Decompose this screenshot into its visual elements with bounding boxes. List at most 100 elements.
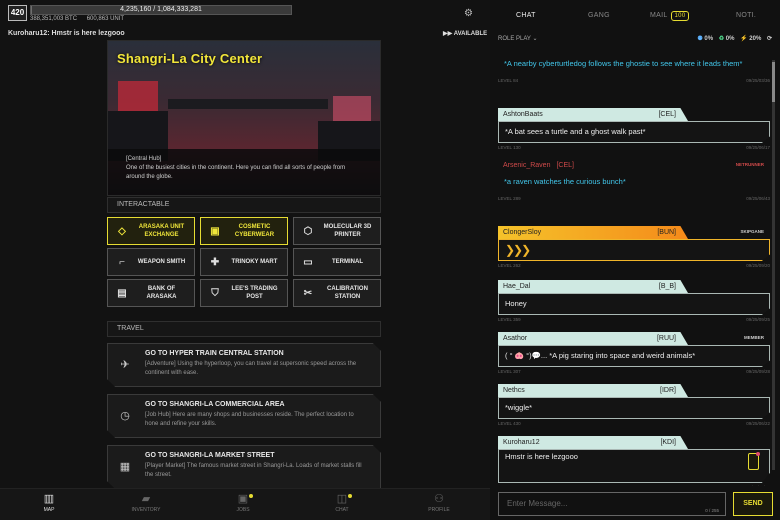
plus-icon: ✚ [210,256,220,268]
message-level: LEVEL 289 [498,196,521,201]
location-description: One of the busiest cities in the contine… [126,165,346,180]
nav-label: INVENTORY [131,507,161,513]
chevron-down-icon: ⌄ [532,36,538,42]
message-author-plate[interactable]: Nethcs [IDR] [498,384,688,397]
message-text: *wiggle* [505,403,533,412]
message-author-plate[interactable]: Asathor [RUU] [498,332,688,345]
interact-button[interactable]: ✂ CALIBRATION STATION [293,279,381,307]
nav-inventory[interactable]: ▰ INVENTORY [116,493,176,513]
message-meta: LEVEL 430 09/25/06/22 [498,421,770,426]
chat-feed[interactable]: *A nearby cyberturtledog follows the gho… [498,48,770,486]
message-timestamp: 09/25/09/28 [746,369,770,374]
chat-mode-label: ROLE PLAY [498,36,531,42]
chat-scrollbar-thumb[interactable] [772,62,775,102]
message-bubble: *A bat sees a turtle and a ghost walk pa… [498,121,770,143]
interact-button-label: CALIBRATION STATION [327,286,368,300]
message-text: Honey [505,299,527,308]
tab-chat[interactable]: CHAT [516,12,536,19]
message-text: *A bat sees a turtle and a ghost walk pa… [505,127,646,136]
nav-chat[interactable]: ◫ CHAT [312,493,372,513]
send-button[interactable]: SEND [733,492,773,516]
nav-label: CHAT [335,507,349,513]
phone-icon[interactable] [748,452,760,470]
travel-option[interactable]: ◷ GO TO SHANGRI-LA COMMERCIAL AREA [Job Hu… [107,394,381,438]
tools-icon: ✂ [303,287,313,299]
message-bubble: ❯❯❯ [498,239,770,261]
message-meta: LEVEL 307 09/25/09/28 [498,369,770,374]
interact-button[interactable]: ▤ BANK OF ARASAKA [107,279,195,307]
travel-option[interactable]: ▦ GO TO SHANGRI-LA MARKET STREET [Player M… [107,445,381,489]
message-gang-tag: [CEL] [556,162,574,169]
travel-heading: TRAVEL [107,321,381,337]
chat-mode-select[interactable]: ROLE PLAY ⌄ [498,35,538,42]
tab-notifications[interactable]: NOTI. [736,12,756,19]
nav-profile[interactable]: ⚇ PROFILE [409,493,469,513]
train-icon: ✈ [120,359,130,371]
interact-button[interactable]: ⛉ LEE'S TRADING POST [200,279,288,307]
message-author-plate[interactable]: Kuroharu12 [KDI] [498,436,688,449]
message-author: AshtonBaats [503,111,543,118]
message-timestamp: 09/25/06/22 [746,421,770,426]
message-author-plate[interactable]: ClongerSloy [BUN] [498,226,688,239]
travel-description: [Job Hub] Here are many shops and busine… [145,412,354,427]
interact-button[interactable]: ◇ ARASAKA UNIT EXCHANGE [107,217,195,245]
clock-icon: ◷ [120,410,130,422]
interact-button-label: COSMETIC CYBERWEAR [234,224,275,238]
interact-button[interactable]: ✚ TRINOKY MART [200,248,288,276]
message-meta: LEVEL 99 09/25/09/31 [498,485,770,486]
message-author-plate[interactable]: Arsenic_Raven [CEL] [498,159,688,172]
chat-scrollbar[interactable] [772,60,775,470]
message-gang-tag: [KDI] [660,439,676,446]
refresh-icon[interactable]: ⟳ [767,36,772,42]
availability-toggle[interactable]: ▶▶ AVAILABLE [443,30,487,37]
message-meta: LEVEL 130 09/25/06/17 [498,145,770,150]
tab-gang[interactable]: GANG [588,12,610,19]
message-bubble: *a raven watches the curious bunch* [498,172,770,194]
message-bubble: Hmstr is here lezgooo [498,449,770,483]
message-timestamp: 09/25/03/36 [746,78,770,83]
interact-button-label: BANK OF ARASAKA [146,286,177,300]
gear-icon[interactable]: ⚙ [464,9,474,19]
interact-button-label: ARASAKA UNIT EXCHANGE [138,224,185,238]
chat-icon: ◫ [336,493,348,505]
char-count: 0 / 255 [705,508,719,513]
stat-3: 20% [749,36,762,42]
interact-button[interactable]: ▣ COSMETIC CYBERWEAR [200,217,288,245]
message-timestamp: 09/25/09/31 [746,485,770,486]
nav-label: JOBS [236,507,250,513]
vault-icon: ▤ [117,287,127,299]
nav-map[interactable]: ▥ MAP [19,493,79,513]
message-role-badge: NETRUNNER [735,162,764,167]
cube-icon: ⬡ [303,225,313,237]
message-meta: LEVEL 359 09/25/09/25 [498,317,770,322]
message-bubble: *A nearby cyberturtledog follows the gho… [498,54,770,76]
nav-jobs[interactable]: ▣ JOBS [213,493,273,513]
chat-tabs: CHAT GANG MAIL 100 NOTI. [490,0,780,32]
message-level: LEVEL 359 [498,317,521,322]
interact-button[interactable]: ⬡ MOLECULAR 3D PRINTER [293,217,381,245]
travel-option[interactable]: ✈ GO TO HYPER TRAIN CENTRAL STATION [Adven… [107,343,381,387]
message-level: LEVEL 84 [498,78,519,83]
message-timestamp: 09/25/09/20 [746,263,770,268]
notification-dot [249,494,253,498]
nav-label: PROFILE [428,507,450,513]
chat-stats: ⚉ 0% ♻ 0% ⚡ 20% ⟳ [693,35,772,42]
mail-count-badge: 100 [670,11,690,21]
tab-mail[interactable]: MAIL 100 [650,11,690,21]
message-meta: LEVEL 84 09/25/03/36 [498,78,770,83]
message-author-plate[interactable]: Hae_Dal [B_B] [498,280,688,293]
interact-button[interactable]: ▭ TERMINAL [293,248,381,276]
message-level: LEVEL 307 [498,369,521,374]
message-placeholder: Enter Message... [507,499,568,508]
interact-button[interactable]: ⌐ WEAPON SMITH [107,248,195,276]
message-input[interactable]: Enter Message... 0 / 255 [498,492,726,516]
message-gang-tag: [CEL] [658,111,676,118]
neon-sign [118,81,158,111]
message-timestamp: 09/25/06/43 [746,196,770,201]
users-icon: ⚉ [697,36,703,42]
message-author-plate[interactable]: AshtonBaats [CEL] [498,108,688,121]
message-role-badge: SKIPGANE [740,229,764,234]
message-gang-tag: [BUN] [657,229,676,236]
shirt-icon: ⛉ [211,287,219,299]
stat-1: 0% [704,36,714,42]
